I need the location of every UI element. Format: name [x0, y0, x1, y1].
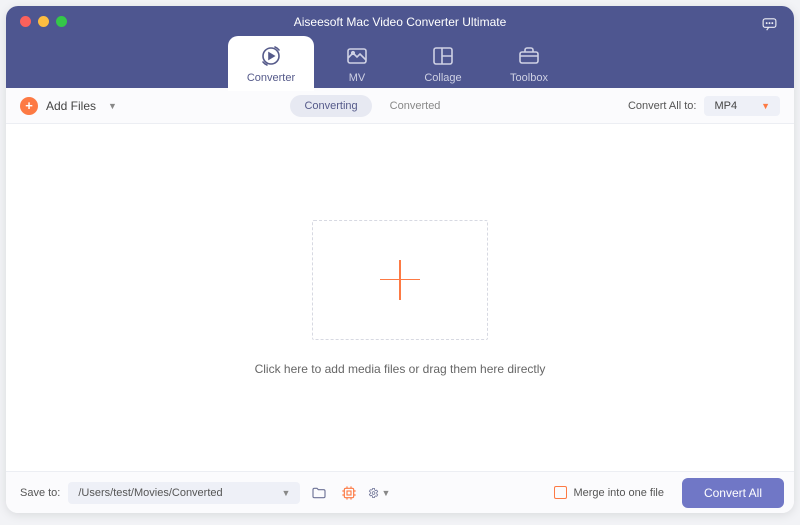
feedback-icon[interactable] — [761, 16, 778, 38]
add-files-label: Add Files — [46, 99, 96, 113]
chevron-down-icon[interactable]: ▼ — [108, 101, 117, 111]
plus-icon — [380, 260, 420, 300]
dropzone[interactable] — [312, 220, 488, 340]
segment-converting[interactable]: Converting — [290, 95, 371, 117]
maximize-icon[interactable] — [56, 16, 67, 27]
tab-mv[interactable]: MV — [314, 36, 400, 91]
merge-checkbox[interactable]: Merge into one file — [554, 486, 664, 499]
segment-converted[interactable]: Converted — [376, 95, 455, 117]
merge-label: Merge into one file — [573, 487, 664, 499]
save-path-select[interactable]: /Users/test/Movies/Converted ▼ — [68, 482, 300, 504]
converter-icon — [259, 44, 283, 68]
app-title: Aiseesoft Mac Video Converter Ultimate — [6, 15, 794, 29]
tab-label: Converter — [247, 72, 295, 84]
toolbox-icon — [517, 44, 541, 68]
convert-all-button[interactable]: Convert All — [682, 478, 784, 508]
save-to-label: Save to: — [20, 487, 60, 499]
chevron-down-icon: ▼ — [381, 488, 390, 498]
tab-label: MV — [349, 72, 366, 84]
close-icon[interactable] — [20, 16, 31, 27]
save-path-value: /Users/test/Movies/Converted — [78, 487, 222, 499]
main-tabs: Converter MV Collage — [228, 36, 572, 91]
window-controls — [20, 16, 67, 27]
mv-icon — [345, 44, 369, 68]
add-files-button[interactable]: + Add Files ▼ — [20, 97, 117, 115]
footer-bar: Save to: /Users/test/Movies/Converted ▼ … — [6, 471, 794, 513]
format-value: MP4 — [714, 100, 737, 112]
settings-button[interactable]: ▼ — [368, 482, 390, 504]
tab-label: Collage — [424, 72, 461, 84]
stage: Click here to add media files or drag th… — [6, 124, 794, 471]
chevron-down-icon: ▼ — [281, 488, 290, 498]
secondary-toolbar: + Add Files ▼ Converting Converted Conve… — [6, 88, 794, 124]
checkbox-icon — [554, 486, 567, 499]
minimize-icon[interactable] — [38, 16, 49, 27]
convert-all-to: Convert All to: MP4 ▼ — [628, 96, 780, 116]
chevron-down-icon: ▼ — [761, 101, 770, 111]
gpu-accel-button[interactable] — [338, 482, 360, 504]
tab-toolbox[interactable]: Toolbox — [486, 36, 572, 91]
format-select[interactable]: MP4 ▼ — [704, 96, 780, 116]
collage-icon — [431, 44, 455, 68]
tab-converter[interactable]: Converter — [228, 36, 314, 91]
app-window: Aiseesoft Mac Video Converter Ultimate C… — [6, 6, 794, 513]
plus-circle-icon: + — [20, 97, 38, 115]
convert-all-to-label: Convert All to: — [628, 100, 696, 112]
status-segment: Converting Converted — [290, 95, 454, 117]
open-folder-button[interactable] — [308, 482, 330, 504]
dropzone-hint: Click here to add media files or drag th… — [255, 362, 546, 376]
tab-label: Toolbox — [510, 72, 548, 84]
titlebar: Aiseesoft Mac Video Converter Ultimate C… — [6, 6, 794, 88]
tab-collage[interactable]: Collage — [400, 36, 486, 91]
